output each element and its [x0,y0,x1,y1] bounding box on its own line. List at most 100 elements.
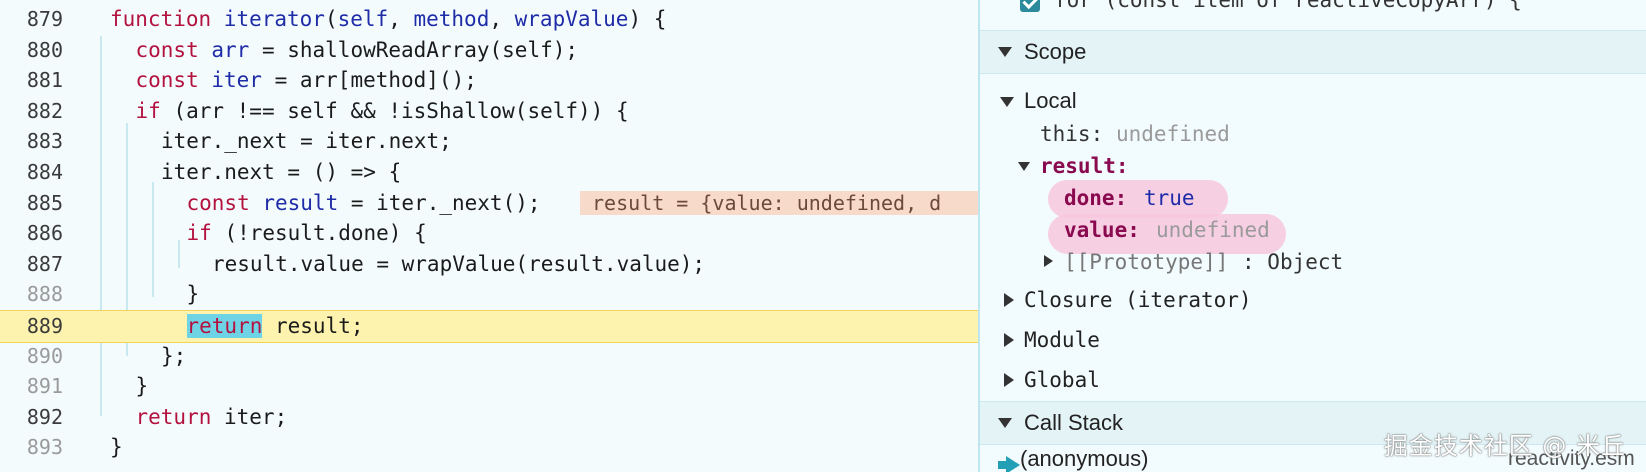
code-line[interactable]: 882 if (arr !== self && !isShallow(self))… [0,96,978,127]
code-text: if (arr !== self && !isShallow(self)) { [136,96,629,127]
code-text: function iterator(self, method, wrapValu… [110,4,666,35]
var-value: undefined [1116,122,1230,146]
code-line[interactable]: 880 const arr = shallowReadArray(self); [0,35,978,66]
code-text: if (!result.done) { [187,218,427,249]
line-number[interactable]: 887 [0,249,63,280]
code-text: const arr = shallowReadArray(self); [136,35,579,66]
code-token: if [186,221,212,246]
line-number[interactable]: 884 [0,157,63,188]
source-editor[interactable]: 879 function iterator(self, method, wrapV… [0,0,978,472]
line-number[interactable]: 882 [0,96,63,127]
code-line[interactable]: 879 function iterator(self, method, wrapV… [0,4,978,35]
code-line[interactable]: 886 if (!result.done) { [0,218,978,249]
code-text: iter.next = () => { [161,157,401,188]
code-line[interactable]: 885 const result = iter._next(); result = … [0,188,978,219]
code-line[interactable]: 890}; [0,341,978,372]
code-text: const iter = arr[method](); [136,65,477,96]
module-label: Module [1024,328,1100,352]
devtools-debugger: 879 function iterator(self, method, wrapV… [0,0,1646,472]
line-number[interactable]: 886 [0,218,63,249]
line-number[interactable]: 885 [0,188,63,219]
current-frame-arrow-icon [998,456,1020,472]
code-line[interactable]: 881 const iter = arr[method](); [0,65,978,96]
code-text: } [187,279,200,310]
prop-key: value: [1064,218,1140,242]
code-line[interactable]: 888} [0,279,978,310]
code-token: function [110,7,224,31]
breakpoint-text: for (const item of reactiveCopyArr) { [1054,0,1522,12]
line-number[interactable]: 880 [0,35,63,66]
line-number[interactable]: 889 [0,311,63,342]
scope-closure[interactable]: Closure (iterator) [980,282,1646,318]
code-token: self [337,7,389,31]
code-token: (arr !== self && !isShallow(self)) { [160,98,629,123]
code-token: iterator [223,7,325,31]
code-token: result.value = wrapValue(result.value); [212,251,706,276]
code-text: }; [161,341,186,372]
code-token: } [110,435,123,460]
code-line[interactable]: 883 iter._next = iter.next; [0,126,978,157]
code-token: iter; [211,404,288,429]
line-number[interactable]: 891 [0,371,63,402]
code-text: } [136,371,149,402]
code-token: wrapValue [514,7,629,31]
closure-label: Closure (iterator) [1024,288,1252,312]
code-line-current[interactable]: 889 return result; [0,310,978,343]
code-token: return [135,404,212,429]
global-label: Global [1024,368,1100,392]
code-token: iter [211,68,262,93]
code-token: }; [161,343,187,368]
code-text: return result; [186,311,364,342]
code-text: return iter; [136,402,288,433]
scope-title: Scope [1024,39,1087,64]
expand-triangle-icon [1000,97,1014,107]
code-line[interactable]: 892 return iter; [0,402,978,433]
frame-name: (anonymous) [1020,446,1149,471]
code-token: const [186,190,263,215]
scope-header[interactable]: Scope [980,30,1646,74]
scope-module[interactable]: Module [980,322,1646,358]
line-number[interactable]: 881 [0,65,63,96]
line-number[interactable]: 890 [0,341,63,372]
code-token: = shallowReadArray(self); [249,37,579,62]
watermark: 掘金技术社区 @ 米丘 [1383,432,1626,460]
code-token: result [262,190,339,215]
code-token: ( [324,7,338,31]
breakpoint-item[interactable]: for (const item of reactiveCopyArr) { [980,0,1646,18]
line-number[interactable]: 892 [0,402,63,433]
line-number[interactable]: 883 [0,126,63,157]
code-token: ) { [628,7,667,31]
code-token: const [135,68,212,93]
code-token: iter.next = () => { [161,160,402,184]
scope-prop-value[interactable]: value: undefined [980,214,1646,246]
line-number[interactable]: 888 [0,279,63,310]
scope-local[interactable]: Local [980,84,1646,118]
scope-var-result[interactable]: result: [980,150,1646,182]
code-text: } [110,432,123,463]
prop-value: Object [1267,250,1344,274]
code-token: if [135,98,161,123]
scope-global[interactable]: Global [980,362,1646,398]
line-number[interactable]: 893 [0,432,63,463]
code-line[interactable]: 891} [0,371,978,402]
code-token: = arr[method](); [261,68,477,93]
inline-value-preview[interactable]: result = {value: undefined, d [580,190,978,216]
scope-prop-prototype[interactable]: [[Prototype]] : Object [980,246,1646,278]
code-token: , [388,7,414,31]
prop-key: done: [1064,186,1128,210]
scope-var-this[interactable]: this: undefined [980,118,1646,150]
collapse-triangle-icon [1004,373,1014,387]
breakpoint-checkbox[interactable] [1020,0,1040,12]
code-line[interactable]: 887 result.value = wrapValue(result.value… [0,249,978,280]
prop-key: [[Prototype]] [1064,250,1229,274]
code-token: const [135,37,212,62]
collapse-triangle-icon [1004,333,1014,347]
expand-triangle-icon [998,418,1012,428]
line-number[interactable]: 879 [0,4,63,35]
scope-prop-done[interactable]: done: true [980,182,1646,214]
code-line[interactable]: 884 iter.next = () => { [0,157,978,188]
callstack-title: Call Stack [1024,410,1124,435]
debugger-sidebar: for (const item of reactiveCopyArr) { Sc… [978,0,1646,472]
expand-triangle-icon [998,47,1012,57]
code-line[interactable]: 893} [0,432,978,463]
